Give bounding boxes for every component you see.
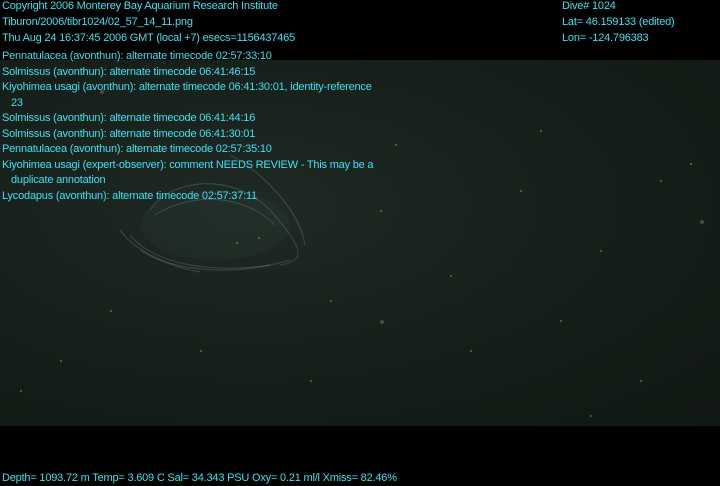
- annotation-line: Lycodapus (avonthun): alternate timecode…: [2, 189, 258, 202]
- annotation-line: Solmissus (avonthun): alternate timecode…: [2, 65, 256, 78]
- particle: [20, 390, 22, 392]
- particle: [690, 163, 692, 165]
- particle: [700, 220, 704, 224]
- file-path-text: Tiburon/2006/tibr1024/02_57_14_11.png: [2, 16, 193, 28]
- particle: [258, 237, 260, 239]
- longitude-text: Lon= -124.796383: [562, 32, 649, 44]
- dive-number-text: Dive# 1024: [562, 0, 616, 12]
- particle: [60, 360, 62, 362]
- annotation-line: Pennatulacea (avonthun): alternate timec…: [2, 143, 272, 155]
- particle: [310, 380, 312, 382]
- annotation-line: Kiyohimea usagi (expert-observer): comme…: [2, 158, 374, 171]
- video-frame: Copyright 2006 Monterey Bay Aquarium Res…: [0, 0, 720, 486]
- telemetry-text: Depth= 1093.72 m Temp= 3.609 C Sal= 34.3…: [2, 472, 397, 484]
- particle: [560, 320, 562, 322]
- particle: [470, 350, 472, 352]
- particle: [540, 130, 542, 132]
- annotation-line: Solmissus (avonthun): alternate timecode…: [2, 112, 256, 124]
- annotation-continuation: duplicate annotation: [11, 174, 106, 186]
- particle: [590, 415, 592, 417]
- particle: [200, 350, 202, 352]
- datetime-text: Thu Aug 24 16:37:45 2006 GMT (local +7) …: [2, 32, 295, 44]
- particle: [520, 190, 522, 192]
- particle: [236, 242, 238, 244]
- particle: [600, 250, 602, 252]
- particle: [330, 300, 332, 302]
- particle: [660, 180, 662, 182]
- annotation-continuation: 23: [11, 96, 23, 109]
- particle: [640, 380, 642, 382]
- latitude-text: Lat= 46.159133 (edited): [562, 16, 675, 28]
- annotation-line: Solmissus (avonthun): alternate timecode…: [2, 127, 256, 140]
- copyright-text: Copyright 2006 Monterey Bay Aquarium Res…: [2, 0, 278, 12]
- annotation-line: Pennatulacea (avonthun): alternate timec…: [2, 50, 272, 62]
- annotation-list: Pennatulacea (avonthun): alternate timec…: [2, 49, 442, 204]
- annotation-line: Kiyohimea usagi (avonthun): alternate ti…: [2, 81, 372, 93]
- particle: [450, 275, 452, 277]
- particle: [380, 320, 384, 324]
- particle: [110, 310, 112, 312]
- particle: [380, 210, 382, 212]
